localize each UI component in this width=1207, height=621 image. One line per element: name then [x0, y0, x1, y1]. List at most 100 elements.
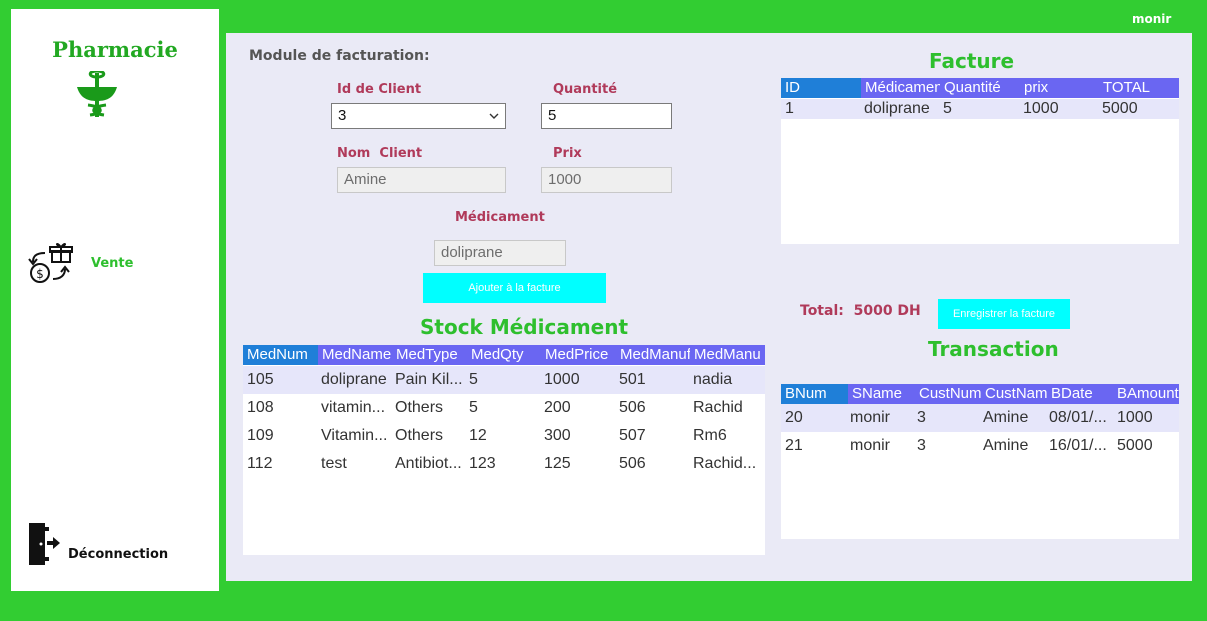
table-cell: 123: [469, 455, 496, 472]
column-header[interactable]: CustNum: [915, 384, 981, 404]
table-cell: 105: [247, 371, 274, 388]
table-cell: 112: [247, 455, 273, 472]
logout-door-icon: [29, 523, 60, 565]
table-cell: 20: [785, 409, 803, 426]
table-cell: doliprane: [864, 100, 930, 117]
table-cell: 1000: [1023, 100, 1059, 117]
table-cell: 1000: [544, 371, 580, 388]
column-header[interactable]: MedQty: [467, 345, 541, 365]
table-cell: 506: [619, 399, 646, 416]
column-header[interactable]: prix: [1020, 78, 1099, 98]
invoice-table[interactable]: ID Médicament Quantité prix TOTAL 1 doli…: [781, 78, 1179, 244]
save-invoice-button[interactable]: Enregistrer la facture: [938, 299, 1070, 329]
client-id-select[interactable]: 3: [331, 103, 506, 129]
client-id-value: 3: [338, 107, 347, 124]
column-header[interactable]: Médicament: [861, 78, 940, 98]
total-label: Total: 5000 DH: [800, 303, 921, 319]
table-cell: 5: [943, 100, 952, 117]
column-header[interactable]: ID: [781, 78, 861, 98]
table-row[interactable]: 21 monir 3 Amine 16/01/... 5000: [781, 432, 1179, 460]
nav-item-vente-label: Vente: [91, 256, 134, 271]
column-header[interactable]: MedManu: [690, 345, 765, 365]
stock-table-header: MedNum MedName MedType MedQty MedPrice M…: [243, 345, 765, 365]
add-to-invoice-button[interactable]: Ajouter à la facture: [423, 273, 606, 303]
table-cell: 108: [247, 399, 274, 416]
transaction-table[interactable]: BNum SName CustNum CustName BDate BAmoun…: [781, 384, 1179, 539]
invoice-title: Facture: [929, 49, 1015, 73]
table-cell: Others: [395, 427, 444, 444]
client-name-field[interactable]: Amine: [337, 167, 506, 193]
price-label: Prix: [553, 146, 582, 161]
table-cell: 3: [917, 437, 926, 454]
transaction-title: Transaction: [928, 337, 1059, 361]
table-cell: Vitamin...: [321, 427, 388, 444]
price-field[interactable]: 1000: [541, 167, 672, 193]
medication-label: Médicament: [455, 210, 545, 225]
sidebar: Pharmacie $ Vente Déconnection: [11, 9, 219, 591]
table-cell: 109: [247, 427, 274, 444]
pharmacy-logo-icon: [77, 71, 117, 117]
table-cell: Pain Kil...: [395, 371, 463, 388]
column-header[interactable]: Quantité: [940, 78, 1020, 98]
stock-table[interactable]: MedNum MedName MedType MedQty MedPrice M…: [243, 345, 765, 555]
table-cell: vitamin...: [321, 399, 386, 416]
table-row[interactable]: 109 Vitamin... Others 12 300 507 Rm6: [243, 422, 765, 450]
table-row[interactable]: 1 doliprane 5 1000 5000: [781, 99, 1179, 119]
logout-button[interactable]: Déconnection: [27, 521, 207, 569]
medication-field[interactable]: doliprane: [434, 240, 566, 266]
client-id-label: Id de Client: [337, 82, 422, 97]
table-row[interactable]: 20 monir 3 Amine 08/01/... 1000: [781, 404, 1179, 432]
table-cell: 08/01/...: [1049, 409, 1107, 426]
table-cell: 5: [469, 371, 478, 388]
column-header[interactable]: TOTAL: [1099, 78, 1179, 98]
table-cell: Amine: [983, 409, 1029, 426]
column-header[interactable]: SName: [848, 384, 915, 404]
chevron-down-icon: [489, 113, 499, 119]
svg-text:$: $: [36, 267, 44, 281]
table-cell: 200: [544, 399, 571, 416]
logout-label: Déconnection: [68, 547, 169, 562]
table-cell: 507: [619, 427, 646, 444]
table-cell: 3: [917, 409, 926, 426]
table-cell: nadia: [693, 371, 733, 388]
table-cell: 1000: [1117, 409, 1153, 426]
table-row[interactable]: 112 test Antibiot... 123 125 506 Rachid.…: [243, 450, 765, 478]
table-row[interactable]: 108 vitamin... Others 5 200 506 Rachid: [243, 394, 765, 422]
stock-title: Stock Médicament: [420, 315, 629, 339]
table-cell: Antibiot...: [395, 455, 462, 472]
table-cell: 5: [469, 399, 478, 416]
column-header[interactable]: MedManuf: [616, 345, 690, 365]
username-label: monir: [1132, 12, 1172, 26]
table-cell: 21: [785, 437, 803, 454]
column-header[interactable]: BDate: [1047, 384, 1113, 404]
client-name-label: Nom Client: [337, 146, 423, 161]
column-header[interactable]: BNum: [781, 384, 848, 404]
column-header[interactable]: MedNum: [243, 345, 318, 365]
table-cell: 300: [544, 427, 571, 444]
table-cell: Rachid...: [693, 455, 757, 472]
module-title: Module de facturation:: [249, 48, 430, 64]
table-cell: Others: [395, 399, 444, 416]
column-header[interactable]: MedPrice: [541, 345, 616, 365]
table-cell: 1: [785, 100, 794, 117]
table-cell: doliprane: [321, 371, 387, 388]
brand-title: Pharmacie: [52, 37, 178, 62]
column-header[interactable]: MedName: [318, 345, 392, 365]
invoice-table-header: ID Médicament Quantité prix TOTAL: [781, 78, 1179, 98]
nav-item-vente[interactable]: $ Vente: [25, 239, 215, 287]
table-cell: 12: [469, 427, 487, 444]
table-cell: Amine: [983, 437, 1029, 454]
table-cell: 506: [619, 455, 646, 472]
table-cell: 501: [619, 371, 646, 388]
column-header[interactable]: CustName: [981, 384, 1047, 404]
column-header[interactable]: MedType: [392, 345, 467, 365]
table-cell: 5000: [1117, 437, 1153, 454]
column-header[interactable]: BAmount: [1113, 384, 1179, 404]
table-cell: 16/01/...: [1049, 437, 1107, 454]
quantity-input[interactable]: 5: [541, 103, 672, 129]
table-cell: Rm6: [693, 427, 727, 444]
table-cell: monir: [850, 437, 891, 454]
table-cell: Rachid: [693, 399, 743, 416]
table-row[interactable]: 105 doliprane Pain Kil... 5 1000 501 nad…: [243, 366, 765, 394]
sale-exchange-icon: $: [28, 243, 73, 283]
